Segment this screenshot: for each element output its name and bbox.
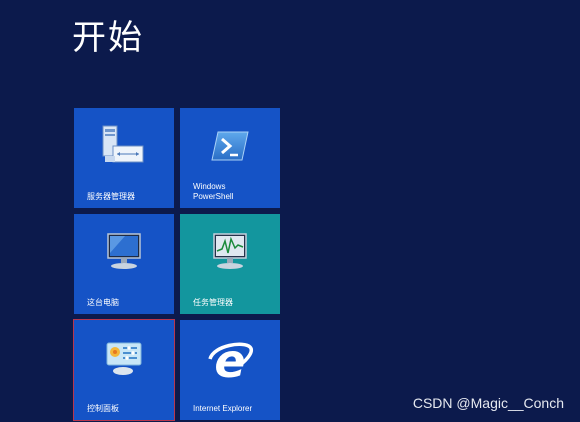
tile-label: 任务管理器 (193, 298, 233, 307)
tile-windows-powershell[interactable]: Windows PowerShell (180, 108, 280, 208)
tile-internet-explorer[interactable]: e Internet Explorer (180, 320, 280, 420)
watermark: CSDN @Magic__Conch (412, 395, 564, 411)
tile-task-manager[interactable]: 任务管理器 (180, 214, 280, 314)
computer-monitor-icon (101, 231, 147, 277)
tile-label: Internet Explorer (193, 404, 253, 413)
control-panel-icon (101, 337, 147, 383)
tile-label: 服务器管理器 (87, 192, 135, 201)
tile-server-manager[interactable]: 服务器管理器 (74, 108, 174, 208)
tile-this-pc[interactable]: 这台电脑 (74, 214, 174, 314)
internet-explorer-icon: e (204, 334, 256, 389)
tile-control-panel[interactable]: 控制面板 (73, 319, 175, 421)
server-manager-icon (99, 124, 149, 172)
page-title: 开始 (72, 18, 144, 58)
task-manager-icon (207, 231, 253, 277)
tile-label: Windows PowerShell (193, 182, 234, 201)
powershell-icon (210, 130, 250, 166)
tile-label: 控制面板 (87, 404, 119, 413)
tile-label: 这台电脑 (87, 298, 119, 307)
